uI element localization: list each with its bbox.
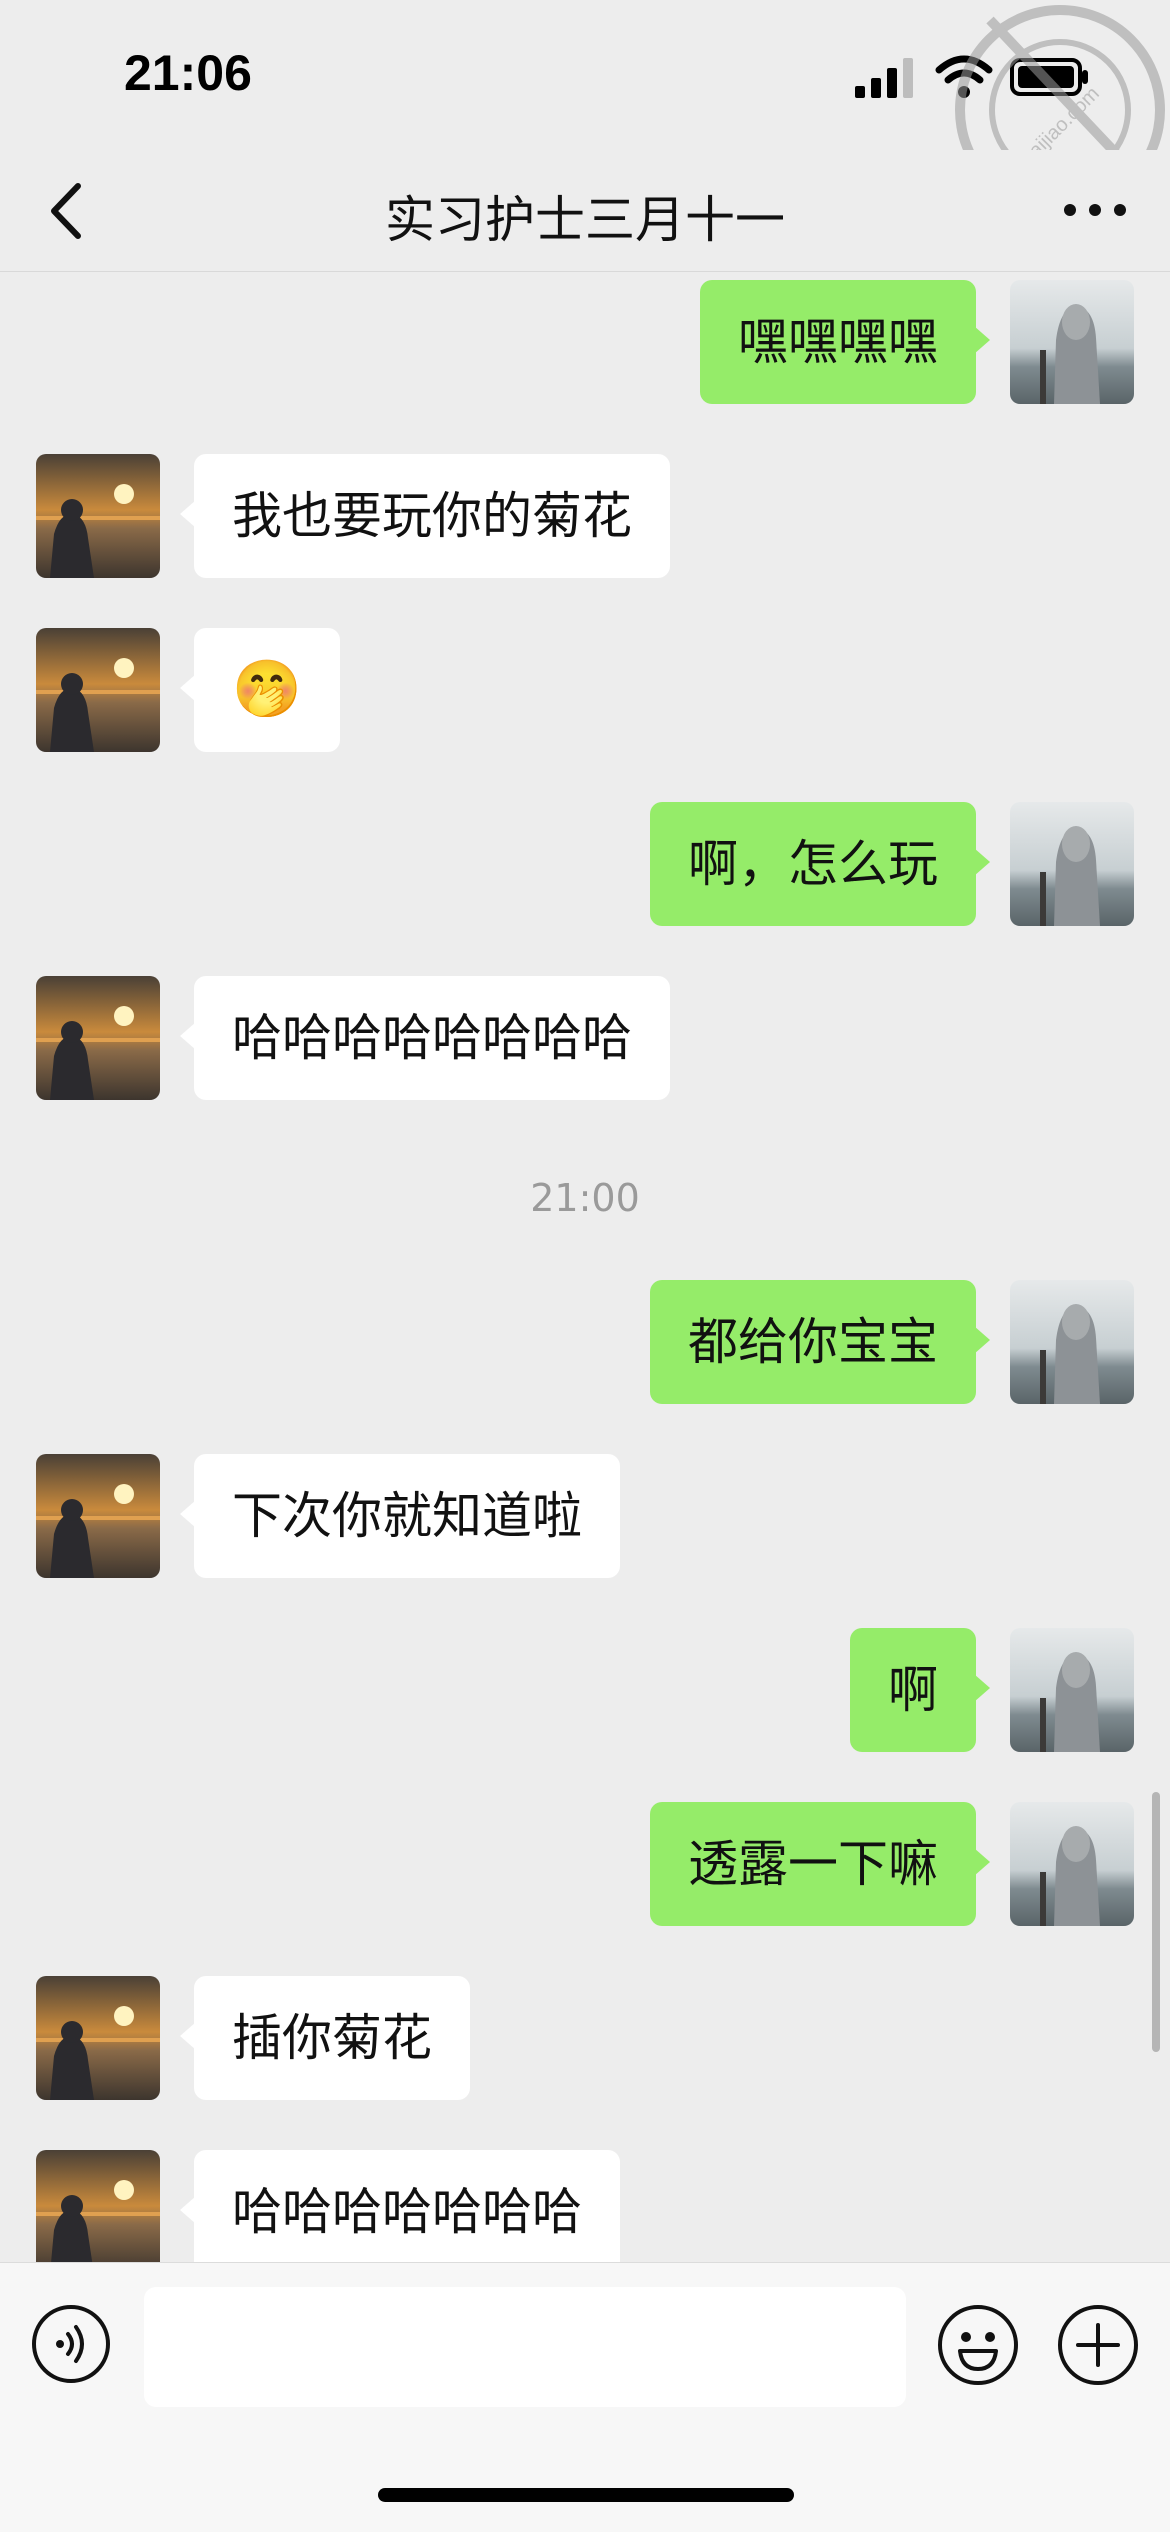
message-row: 啊，怎么玩 — [0, 802, 1170, 926]
self-avatar[interactable] — [1010, 280, 1134, 404]
message-row: 哈哈哈哈哈哈哈 — [0, 2150, 1170, 2262]
message-bubble-self[interactable]: 啊 — [850, 1628, 990, 1752]
contact-avatar[interactable] — [36, 1976, 160, 2100]
message-row: 🤭 — [0, 628, 1170, 752]
message-bubble-self[interactable]: 透露一下嘛 — [650, 1802, 990, 1926]
message-row: 透露一下嘛 — [0, 1802, 1170, 1926]
contact-avatar[interactable] — [36, 454, 160, 578]
message-bubble-other[interactable]: 我也要玩你的菊花 — [180, 454, 670, 578]
message-row: 我也要玩你的菊花 — [0, 454, 1170, 578]
voice-icon[interactable] — [30, 2303, 112, 2385]
message-row: 都给你宝宝 — [0, 1280, 1170, 1404]
message-bubble-self[interactable]: 啊，怎么玩 — [650, 802, 990, 926]
message-bubble-other[interactable]: 插你菊花 — [180, 1976, 470, 2100]
message-timestamp: 21:00 — [530, 1176, 640, 1220]
contact-avatar[interactable] — [36, 2150, 160, 2262]
message-bubble-self[interactable]: 嘿嘿嘿嘿 — [700, 280, 990, 404]
emoji-icon[interactable] — [936, 2303, 1020, 2387]
cellular-signal-icon — [855, 58, 913, 98]
plus-icon[interactable] — [1056, 2303, 1140, 2387]
chat-title: 实习护士三月十一 — [385, 191, 785, 249]
status-time: 21:06 — [124, 45, 252, 101]
contact-avatar[interactable] — [36, 628, 160, 752]
self-avatar[interactable] — [1010, 1628, 1134, 1752]
self-avatar[interactable] — [1010, 802, 1134, 926]
home-indicator[interactable] — [378, 2488, 794, 2502]
message-row: 插你菊花 — [0, 1976, 1170, 2100]
self-avatar[interactable] — [1010, 1280, 1134, 1404]
input-bar — [0, 2262, 1170, 2532]
message-bubble-other[interactable]: 🤭 — [180, 628, 340, 752]
message-bubble-self[interactable]: 都给你宝宝 — [650, 1280, 990, 1404]
message-row: 嘿嘿嘿嘿 — [0, 280, 1170, 404]
nav-bar: 实习护士三月十一 — [0, 150, 1170, 272]
message-bubble-other[interactable]: 下次你就知道啦 — [180, 1454, 620, 1578]
message-bubble-other[interactable]: 哈哈哈哈哈哈哈哈 — [180, 976, 670, 1100]
message-bubble-other[interactable]: 哈哈哈哈哈哈哈 — [180, 2150, 620, 2262]
contact-avatar[interactable] — [36, 1454, 160, 1578]
more-dots-icon[interactable] — [1060, 190, 1130, 230]
self-avatar[interactable] — [1010, 1802, 1134, 1926]
chat-message-list[interactable]: 嘿嘿嘿嘿 我也要玩你的菊花 🤭 啊，怎么玩 哈哈哈哈哈哈哈哈 21:00 都给你… — [0, 272, 1170, 2262]
message-row: 下次你就知道啦 — [0, 1454, 1170, 1578]
message-row: 啊 — [0, 1628, 1170, 1752]
contact-avatar[interactable] — [36, 976, 160, 1100]
message-input[interactable] — [144, 2287, 906, 2407]
message-row: 哈哈哈哈哈哈哈哈 — [0, 976, 1170, 1100]
chat-scrollbar[interactable] — [1152, 1792, 1160, 2052]
